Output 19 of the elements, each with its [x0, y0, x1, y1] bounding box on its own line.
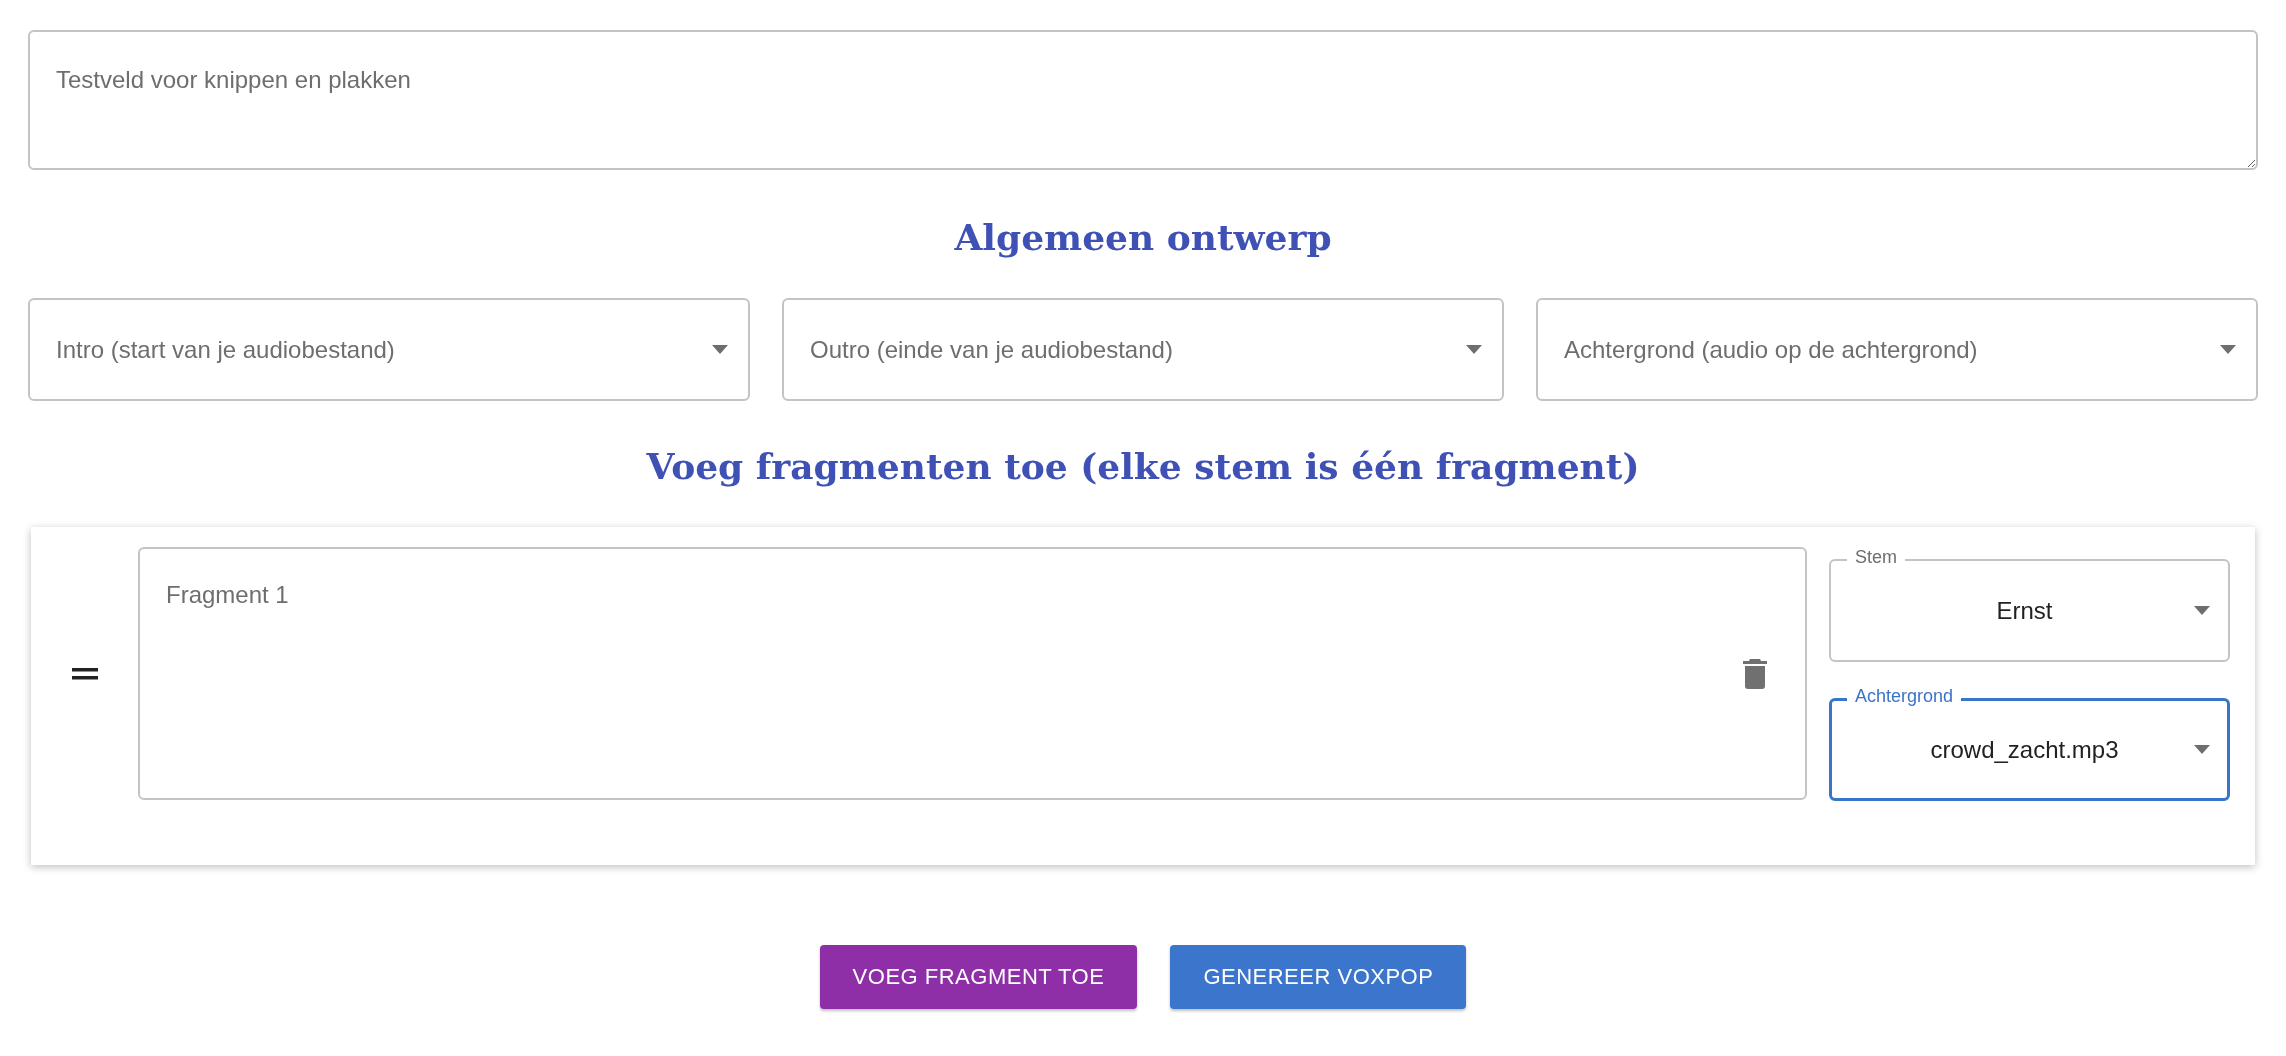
section-heading: Algemeen ontwerp [954, 216, 1332, 258]
caret-icon [2194, 606, 2210, 615]
section-heading: Voeg fragmenten toe (elke stem is één fragment) [646, 445, 1640, 487]
select-field[interactable]: Achtergrond (audio op de achtergrond) [1536, 298, 2258, 401]
text-field[interactable]: Testveld voor knippen en plakken [28, 30, 2258, 170]
caret-icon [712, 345, 728, 354]
select-field[interactable]: Achtergrond crowd_zacht.mp3 [1829, 686, 2230, 801]
action-button[interactable]: VOEG FRAGMENT TOE [819, 945, 1138, 1009]
drag-handle-icon[interactable] [71, 668, 98, 680]
select-field[interactable]: Intro (start van je audiobestand) [28, 298, 750, 401]
caret-icon [2194, 745, 2210, 754]
caret-icon [2220, 345, 2236, 354]
field-label: Achtergrond [1847, 686, 1962, 706]
delete-icon[interactable] [1743, 658, 1767, 689]
caret-icon [1466, 345, 1482, 354]
select-field[interactable]: Outro (einde van je audiobestand) [782, 298, 1504, 401]
action-button[interactable]: GENEREER VOXPOP [1170, 945, 1467, 1009]
select-field[interactable]: Stem Ernst [1829, 547, 2230, 662]
fragment-text-field[interactable]: Fragment 1 [138, 547, 1807, 800]
